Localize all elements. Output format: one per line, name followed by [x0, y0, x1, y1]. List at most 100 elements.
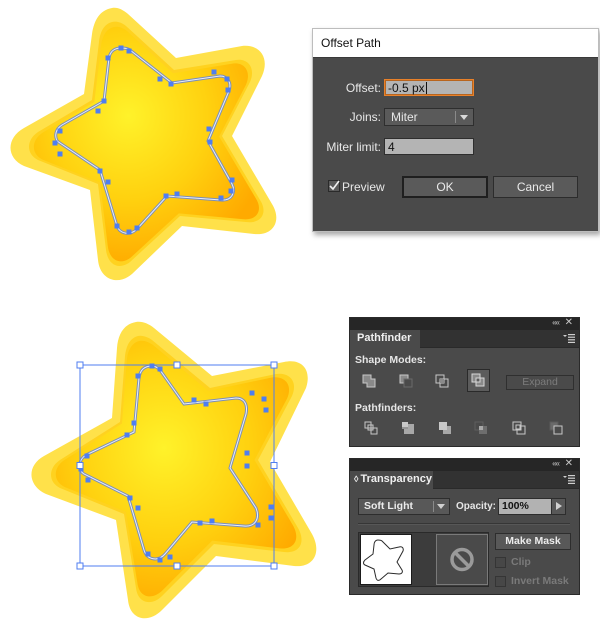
offset-label: Offset:	[345, 81, 381, 95]
panel-header-bar[interactable]: «« ✕	[350, 317, 579, 330]
intersect-button[interactable]	[433, 372, 453, 392]
star-artwork-top-svg	[10, 7, 277, 281]
anchor-point[interactable]	[224, 76, 230, 82]
anchor-point[interactable]	[118, 45, 124, 51]
anchor-point[interactable]	[203, 401, 209, 407]
merge-button[interactable]	[436, 419, 456, 439]
dialog-title-bar[interactable]: Offset Path	[313, 29, 598, 58]
resize-handle[interactable]	[76, 462, 84, 469]
tab-transparency[interactable]: ◊ Transparency	[350, 471, 433, 489]
anchor-point[interactable]	[228, 188, 234, 194]
collapse-icon[interactable]: ««	[552, 318, 560, 327]
clip-checkbox[interactable]	[495, 557, 506, 568]
resize-handle[interactable]	[270, 462, 278, 469]
close-icon[interactable]: ✕	[565, 458, 573, 469]
anchor-point[interactable]	[206, 126, 212, 132]
exclude-button[interactable]	[467, 369, 490, 392]
anchor-point[interactable]	[97, 168, 103, 174]
tab-pathfinder[interactable]: Pathfinder	[350, 330, 420, 348]
anchor-point[interactable]	[263, 407, 269, 413]
anchor-point[interactable]	[167, 554, 173, 560]
ok-button[interactable]: OK	[402, 176, 488, 198]
anchor-point[interactable]	[207, 139, 213, 145]
anchor-point[interactable]	[211, 69, 217, 75]
anchor-point[interactable]	[149, 363, 155, 369]
star-artwork-top[interactable]	[0, 0, 300, 300]
minus-back-button[interactable]	[547, 419, 567, 439]
anchor-point[interactable]	[157, 76, 163, 82]
anchor-point[interactable]	[57, 128, 63, 134]
anchor-point[interactable]	[126, 48, 132, 54]
resize-handle[interactable]	[76, 361, 84, 369]
resize-handle[interactable]	[173, 361, 181, 369]
anchor-point[interactable]	[197, 520, 203, 526]
blend-mode-select[interactable]: Soft Light	[358, 498, 450, 515]
anchor-point[interactable]	[135, 373, 141, 379]
opacity-slider-button[interactable]	[551, 498, 566, 515]
anchor-point[interactable]	[85, 477, 91, 483]
dialog-title: Offset Path	[321, 36, 381, 50]
anchor-point[interactable]	[225, 87, 231, 93]
divide-button[interactable]	[362, 419, 382, 439]
make-mask-button[interactable]: Make Mask	[495, 533, 571, 550]
panel-menu-icon[interactable]	[563, 475, 575, 484]
anchor-point[interactable]	[255, 522, 261, 528]
anchor-point[interactable]	[101, 98, 107, 104]
anchor-point[interactable]	[52, 140, 58, 146]
anchor-point[interactable]	[84, 453, 90, 459]
resize-handle[interactable]	[173, 562, 181, 570]
anchor-point[interactable]	[244, 450, 250, 456]
anchor-point[interactable]	[105, 55, 111, 61]
expand-button[interactable]: Expand	[506, 375, 574, 390]
panel-header-bar[interactable]: «« ✕	[350, 458, 579, 471]
anchor-point[interactable]	[268, 515, 274, 521]
anchor-point[interactable]	[131, 420, 137, 426]
anchor-point[interactable]	[157, 557, 163, 563]
anchor-point[interactable]	[191, 397, 197, 403]
anchor-point[interactable]	[209, 518, 215, 524]
joins-select[interactable]: Miter	[384, 108, 474, 126]
anchor-point[interactable]	[163, 193, 169, 199]
collapse-icon[interactable]: ««	[552, 459, 560, 468]
anchor-point[interactable]	[95, 108, 101, 114]
preview-checkbox[interactable]	[328, 180, 340, 192]
anchor-point[interactable]	[145, 551, 151, 557]
invert-mask-checkbox[interactable]	[495, 576, 506, 587]
anchor-point[interactable]	[114, 223, 120, 229]
crop-button[interactable]	[472, 419, 492, 439]
close-icon[interactable]: ✕	[565, 317, 573, 328]
anchor-point[interactable]	[135, 505, 141, 511]
anchor-point[interactable]	[229, 177, 235, 183]
miter-limit-input[interactable]: 4	[384, 138, 474, 155]
resize-handle[interactable]	[270, 361, 278, 369]
anchor-point[interactable]	[105, 179, 111, 185]
opacity-input[interactable]: 100%	[498, 498, 552, 515]
resize-handle[interactable]	[76, 562, 84, 570]
panel-tab-row: ◊ Transparency	[350, 471, 579, 489]
opacity-mask-thumbnail[interactable]	[436, 534, 488, 585]
unite-button[interactable]	[360, 372, 380, 392]
trim-button[interactable]	[399, 419, 419, 439]
cancel-button[interactable]: Cancel	[493, 176, 578, 198]
minus-front-button[interactable]	[397, 372, 417, 392]
anchor-point[interactable]	[157, 366, 163, 372]
anchor-point[interactable]	[134, 225, 140, 231]
panel-menu-icon[interactable]	[563, 334, 575, 343]
anchor-point[interactable]	[174, 191, 180, 197]
anchor-point[interactable]	[57, 151, 63, 157]
anchor-point[interactable]	[168, 81, 174, 87]
anchor-point[interactable]	[261, 396, 267, 402]
anchor-point[interactable]	[249, 390, 255, 396]
offset-input[interactable]: -0.5 px	[384, 79, 474, 96]
anchor-point[interactable]	[124, 432, 130, 438]
star-artwork-bottom[interactable]	[20, 310, 340, 630]
anchor-point[interactable]	[126, 229, 132, 235]
outline-button[interactable]	[510, 419, 530, 439]
object-thumbnail[interactable]	[360, 534, 412, 585]
pathfinder-panel: «« ✕ Pathfinder Shape Modes: Expand Path…	[349, 317, 580, 447]
resize-handle[interactable]	[270, 562, 278, 570]
anchor-point[interactable]	[127, 495, 133, 501]
anchor-point[interactable]	[268, 504, 274, 510]
anchor-point[interactable]	[218, 195, 224, 201]
anchor-point[interactable]	[244, 463, 250, 469]
